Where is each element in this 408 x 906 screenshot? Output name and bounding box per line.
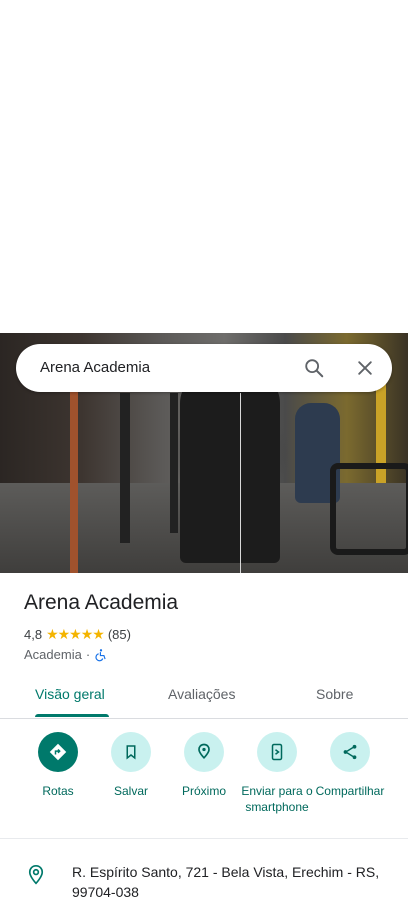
- place-address[interactable]: R. Espírito Santo, 721 - Bela Vista, Ere…: [72, 862, 388, 902]
- tab-about[interactable]: Sobre: [316, 686, 353, 702]
- tab-reviews[interactable]: Avaliações: [168, 686, 235, 702]
- photo-person: [180, 373, 280, 563]
- directions-label: Rotas: [42, 784, 74, 798]
- nearby-label: Próximo: [181, 784, 226, 798]
- photo-machine: [330, 463, 408, 555]
- rating-value: 4,8: [24, 627, 43, 642]
- send-to-phone-button-circle[interactable]: [257, 732, 297, 772]
- location-pin-icon: [28, 864, 44, 885]
- share-button-circle[interactable]: [330, 732, 370, 772]
- photo-machine-post-2: [170, 393, 178, 533]
- rating-row[interactable]: 4,8 ★★★★★ (85): [24, 626, 131, 643]
- save-label: Salvar: [113, 784, 148, 798]
- save-button[interactable]: Salvar: [92, 732, 170, 799]
- wheelchair-accessible-icon: [95, 648, 106, 661]
- search-input[interactable]: Arena Academia: [40, 359, 150, 376]
- share-icon: [343, 744, 357, 760]
- directions-icon: [49, 743, 67, 761]
- active-tab-indicator: [35, 714, 109, 717]
- search-box[interactable]: Arena Academia: [16, 344, 392, 392]
- directions-button-circle[interactable]: [38, 732, 78, 772]
- photo-machine-post: [120, 393, 130, 543]
- nearby-button-circle[interactable]: [184, 732, 224, 772]
- clear-search-button[interactable]: [351, 354, 379, 382]
- review-count[interactable]: (85): [108, 627, 131, 642]
- close-icon: [358, 361, 372, 375]
- map-area[interactable]: [0, 0, 408, 333]
- star-rating-icon: ★★★★★: [46, 626, 105, 642]
- action-buttons: Rotas Salvar Próximo Enviar para o smart…: [0, 730, 408, 838]
- nearby-button[interactable]: Próximo: [165, 732, 243, 799]
- place-title: Arena Academia: [24, 591, 179, 614]
- nearby-icon: [198, 743, 210, 760]
- bookmark-icon: [126, 745, 136, 760]
- category-row: Academia ·: [24, 647, 108, 662]
- directions-button[interactable]: Rotas: [19, 732, 97, 799]
- search-icon: [305, 359, 324, 378]
- save-button-circle[interactable]: [111, 732, 151, 772]
- place-tabs: Visão geral Avaliações Sobre: [0, 674, 408, 719]
- category-separator: ·: [85, 647, 91, 662]
- share-label: Compartilhar: [315, 784, 385, 798]
- tab-overview[interactable]: Visão geral: [35, 686, 105, 702]
- share-button[interactable]: Compartilhar: [311, 732, 389, 799]
- place-category: Academia: [24, 647, 82, 662]
- send-to-phone-button[interactable]: Enviar para o smartphone: [238, 732, 316, 815]
- send-to-phone-label: Enviar para o smartphone: [241, 784, 313, 814]
- photo-rack: [70, 373, 78, 573]
- section-divider: [0, 838, 408, 839]
- photo-mirror-edge: [240, 393, 241, 573]
- search-button[interactable]: [300, 354, 328, 382]
- send-to-phone-icon: [271, 743, 283, 761]
